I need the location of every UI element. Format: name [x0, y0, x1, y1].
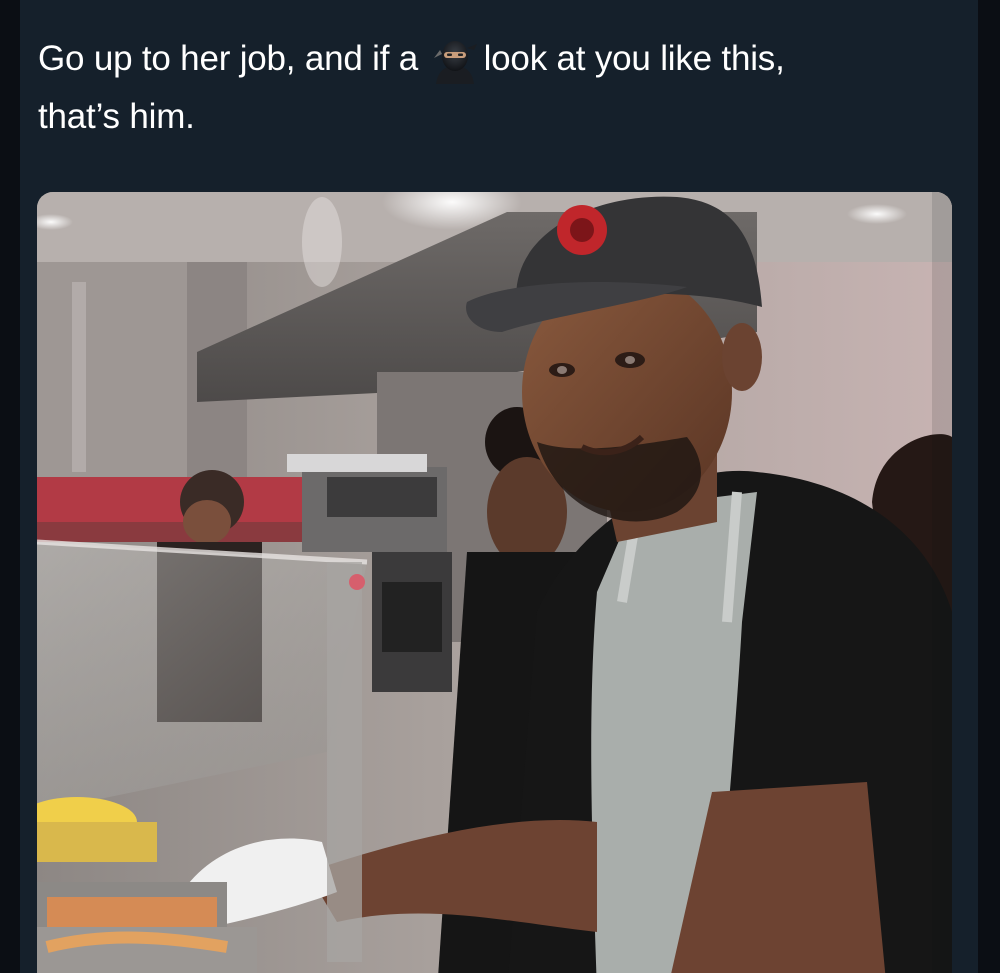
tweet-text-line-1: Go up to her job, and if a look at you l… [38, 30, 968, 88]
tweet-text-part-2: look at you like this, [483, 39, 785, 78]
ninja-emoji-icon [430, 36, 480, 84]
tweet-text-line-2: that’s him. [38, 97, 195, 136]
tweet-text-part-1: Go up to her job, and if a [38, 39, 419, 78]
page: Go up to her job, and if a look at you l… [0, 0, 1000, 973]
kitchen-photo [37, 192, 952, 973]
tweet-text: Go up to her job, and if a look at you l… [38, 30, 968, 146]
tweet-photo[interactable] [37, 192, 952, 973]
